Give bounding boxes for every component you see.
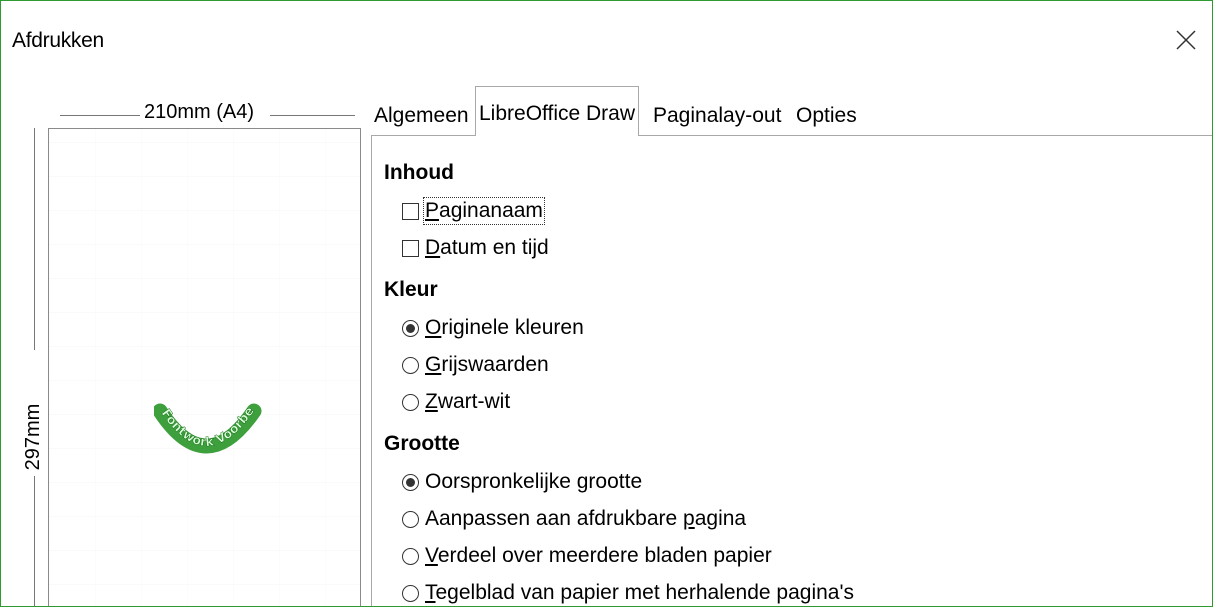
radio-button[interactable]: [402, 473, 419, 491]
option-label: Datum en tijd: [425, 236, 549, 259]
option-label: Oorspronkelijke grootte: [425, 470, 643, 493]
fontwork-text: Fontwork Voorbeeld: [154, 399, 257, 449]
tab-opties[interactable]: Opties: [793, 89, 860, 133]
radio-tegelblad-van-papier[interactable]: Tegelblad van papier met herhalende pagi…: [402, 581, 854, 605]
title-bar: Afdrukken: [1, 1, 1212, 83]
checkbox-box[interactable]: [402, 202, 419, 220]
radio-verdeel-over-meerdere-bladen[interactable]: Verdeel over meerdere bladen papier: [402, 544, 772, 568]
radio-button[interactable]: [402, 356, 419, 374]
page-width-label: 210mm (A4): [144, 101, 255, 123]
print-preview: Fontwork Voorbeeld: [48, 128, 361, 606]
radio-zwart-wit[interactable]: Zwart-wit: [402, 390, 510, 414]
tab-panel-libreoffice-draw: Inhoud Paginanaam Datum en tijd Kleur Or…: [371, 135, 1212, 606]
option-label: Grijswaarden: [425, 353, 549, 376]
tab-algemeen[interactable]: Algemeen: [371, 89, 472, 133]
tab-libreoffice-draw[interactable]: LibreOffice Draw: [475, 86, 640, 136]
fontwork-graphic: Fontwork Voorbeeld: [154, 399, 262, 454]
radio-grijswaarden[interactable]: Grijswaarden: [402, 353, 549, 377]
radio-button[interactable]: [402, 510, 419, 528]
radio-button[interactable]: [402, 319, 419, 337]
section-title-inhoud: Inhoud: [384, 161, 454, 184]
radio-button[interactable]: [402, 393, 419, 411]
option-label: Originele kleuren: [425, 316, 584, 339]
page-height-label: 297mm: [22, 403, 44, 471]
radio-button[interactable]: [402, 547, 419, 565]
option-label: Tegelblad van papier met herhalende pagi…: [425, 581, 854, 604]
radio-aanpassen-aan-afdrukbare-pagina[interactable]: Aanpassen aan afdrukbare pagina: [402, 507, 746, 531]
print-dialog: Afdrukken 210mm (A4) 297mm Fontwork Voor…: [0, 0, 1213, 607]
page-height-dimension: 297mm: [21, 128, 49, 606]
radio-originele-kleuren[interactable]: Originele kleuren: [402, 316, 584, 340]
section-title-grootte: Grootte: [384, 432, 460, 455]
checkbox-datum-en-tijd[interactable]: Datum en tijd: [402, 236, 549, 260]
tab-paginalay-out[interactable]: Paginalay-out: [650, 89, 784, 133]
option-label: Aanpassen aan afdrukbare pagina: [425, 507, 747, 530]
option-label: Paginanaam: [423, 197, 545, 225]
close-icon: [1176, 30, 1196, 50]
radio-button[interactable]: [402, 584, 419, 602]
page-width-dimension: 210mm (A4): [48, 101, 355, 127]
checkbox-paginanaam[interactable]: Paginanaam: [402, 197, 545, 225]
dialog-title: Afdrukken: [12, 29, 104, 52]
section-title-kleur: Kleur: [384, 278, 438, 301]
option-label: Zwart-wit: [425, 390, 511, 413]
svg-text:Fontwork Voorbeeld: Fontwork Voorbeeld: [154, 399, 257, 449]
checkbox-box[interactable]: [402, 239, 419, 257]
option-label: Verdeel over meerdere bladen papier: [425, 544, 772, 567]
radio-oorspronkelijke-grootte[interactable]: Oorspronkelijke grootte: [402, 470, 642, 494]
close-button[interactable]: [1160, 19, 1212, 65]
